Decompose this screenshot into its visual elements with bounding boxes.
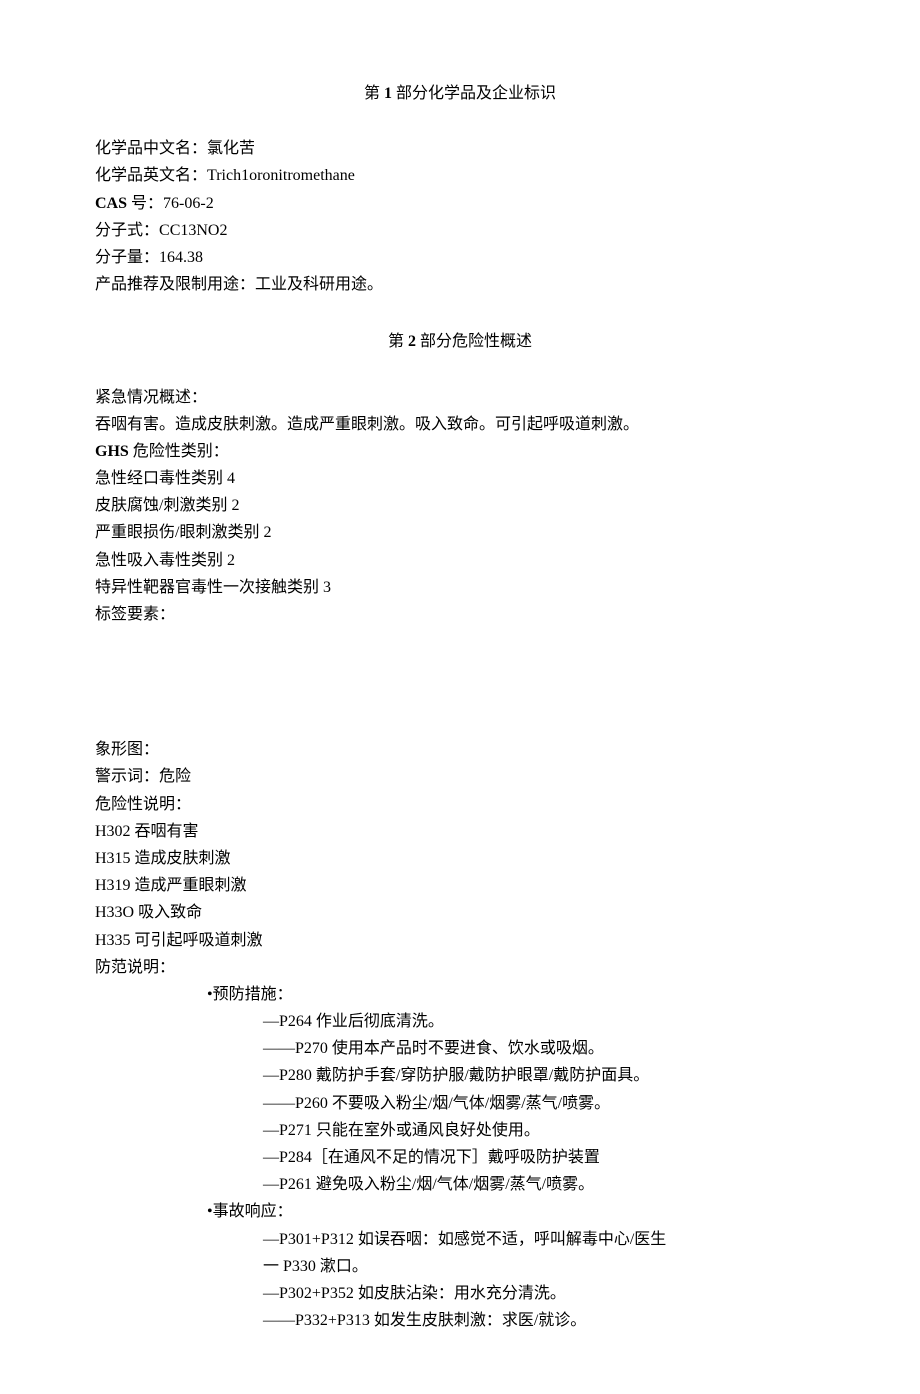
cas-value: 76-06-2 bbox=[163, 195, 214, 212]
ghs-item: 特异性靶器官毒性一次接触类别 3 bbox=[95, 574, 825, 601]
section1-heading-prefix: 第 bbox=[364, 85, 384, 102]
cas-label-prefix: CAS bbox=[95, 195, 127, 212]
mw-label: 分子量： bbox=[95, 249, 159, 266]
name-en-line: 化学品英文名：Trich1oronitromethane bbox=[95, 162, 825, 189]
emergency-label: 紧急情况概述： bbox=[95, 384, 825, 411]
signal-word-value: 危险 bbox=[159, 768, 191, 785]
mw-line: 分子量：164.38 bbox=[95, 244, 825, 271]
section1-heading-suffix: 部分化学品及企业标识 bbox=[392, 85, 556, 102]
prevention-item: ——P260 不要吸入粉尘/烟/气体/烟雾/蒸气/喷雾。 bbox=[95, 1090, 825, 1117]
formula-value: CC13NO2 bbox=[159, 222, 227, 239]
cas-label-suffix: 号： bbox=[127, 195, 163, 212]
prevention-item: —P271 只能在室外或通风良好处使用。 bbox=[95, 1117, 825, 1144]
usage-value: 工业及科研用途。 bbox=[255, 276, 383, 293]
section1-heading-num: 1 bbox=[384, 85, 392, 102]
hazard-statement: H335 可引起呼吸道刺激 bbox=[95, 927, 825, 954]
response-label: •事故响应： bbox=[95, 1198, 825, 1225]
name-en-label: 化学品英文名： bbox=[95, 167, 207, 184]
pictogram-label: 象形图： bbox=[95, 736, 825, 763]
pictogram-gap bbox=[95, 628, 825, 736]
signal-word-label: 警示词： bbox=[95, 768, 159, 785]
prevention-item: ——P270 使用本产品时不要进食、饮水或吸烟。 bbox=[95, 1035, 825, 1062]
signal-word-line: 警示词：危险 bbox=[95, 763, 825, 790]
name-cn-line: 化学品中文名：氯化苦 bbox=[95, 135, 825, 162]
section2-heading-suffix: 部分危险性概述 bbox=[416, 333, 532, 350]
response-item: —P301+P312 如误吞咽：如感觉不适，呼叫解毒中心/医生 bbox=[95, 1226, 825, 1253]
section2-heading: 第 2 部分危险性概述 bbox=[95, 328, 825, 355]
ghs-label: GHS 危险性类别： bbox=[95, 438, 825, 465]
response-item: 一 P330 漱口。 bbox=[95, 1253, 825, 1280]
formula-label: 分子式： bbox=[95, 222, 159, 239]
cas-line: CAS 号：76-06-2 bbox=[95, 190, 825, 217]
mw-value: 164.38 bbox=[159, 249, 203, 266]
section2-heading-num: 2 bbox=[408, 333, 416, 350]
prevention-item: —P284［在通风不足的情况下］戴呼吸防护装置 bbox=[95, 1144, 825, 1171]
prevention-item: —P261 避免吸入粉尘/烟/气体/烟雾/蒸气/喷雾。 bbox=[95, 1171, 825, 1198]
usage-line: 产品推荐及限制用途：工业及科研用途。 bbox=[95, 271, 825, 298]
hazard-statement: H302 吞咽有害 bbox=[95, 818, 825, 845]
emergency-text: 吞咽有害。造成皮肤刺激。造成严重眼刺激。吸入致命。可引起呼吸道刺激。 bbox=[95, 411, 825, 438]
hazard-statement: H33O 吸入致命 bbox=[95, 899, 825, 926]
ghs-item: 急性吸入毒性类别 2 bbox=[95, 547, 825, 574]
hazard-statement-label: 危险性说明： bbox=[95, 791, 825, 818]
prevention-item: —P280 戴防护手套/穿防护服/戴防护眼罩/戴防护面具。 bbox=[95, 1062, 825, 1089]
formula-line: 分子式：CC13NO2 bbox=[95, 217, 825, 244]
name-cn-label: 化学品中文名： bbox=[95, 140, 207, 157]
prevention-item: —P264 作业后彻底清洗。 bbox=[95, 1008, 825, 1035]
ghs-label-suffix: 危险性类别： bbox=[129, 443, 229, 460]
section2-heading-prefix: 第 bbox=[388, 333, 408, 350]
ghs-item: 皮肤腐蚀/刺激类别 2 bbox=[95, 492, 825, 519]
hazard-statement: H315 造成皮肤刺激 bbox=[95, 845, 825, 872]
name-en-value: Trich1oronitromethane bbox=[207, 167, 355, 184]
hazard-statement: H319 造成严重眼刺激 bbox=[95, 872, 825, 899]
prevention-label: •预防措施： bbox=[95, 981, 825, 1008]
name-cn-value: 氯化苦 bbox=[207, 140, 255, 157]
response-item: —P302+P352 如皮肤沾染：用水充分清洗。 bbox=[95, 1280, 825, 1307]
section1-heading: 第 1 部分化学品及企业标识 bbox=[95, 80, 825, 107]
precaution-label: 防范说明： bbox=[95, 954, 825, 981]
label-elements: 标签要素： bbox=[95, 601, 825, 628]
ghs-item: 急性经口毒性类别 4 bbox=[95, 465, 825, 492]
response-item: ——P332+P313 如发生皮肤刺激：求医/就诊。 bbox=[95, 1307, 825, 1334]
ghs-label-prefix: GHS bbox=[95, 443, 129, 460]
ghs-item: 严重眼损伤/眼刺激类别 2 bbox=[95, 519, 825, 546]
usage-label: 产品推荐及限制用途： bbox=[95, 276, 255, 293]
